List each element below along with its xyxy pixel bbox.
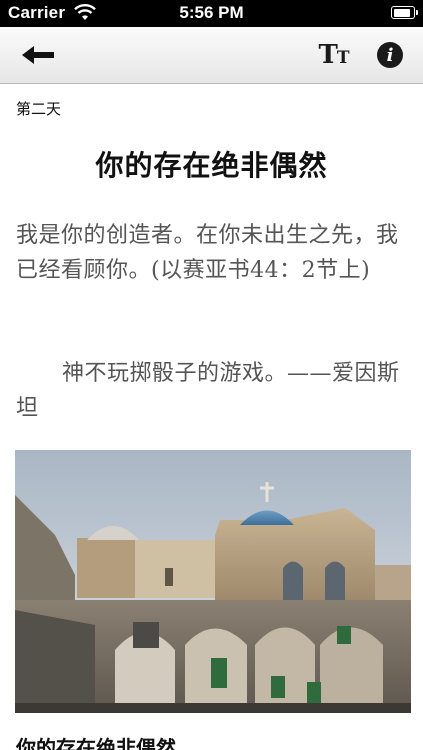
back-arrow-icon bbox=[22, 46, 54, 64]
church-photo bbox=[15, 450, 411, 713]
back-button[interactable] bbox=[16, 36, 60, 74]
text-size-icon-small: T bbox=[336, 48, 350, 68]
day-label: 第二天 bbox=[16, 100, 62, 118]
clock: 5:56 PM bbox=[179, 3, 244, 22]
battery-icon bbox=[391, 6, 418, 19]
article-title: 你的存在绝非偶然 bbox=[95, 149, 328, 182]
info-glyph: i bbox=[386, 44, 394, 66]
text-size-icon-large: T bbox=[318, 40, 338, 70]
info-button[interactable]: i bbox=[370, 36, 410, 74]
verse-text: 我是你的创造者。在你未出生之先，我已经看顾你。(以赛亚书44：2节上) bbox=[16, 223, 399, 283]
church-photo-illustration bbox=[15, 450, 411, 713]
section-subtitle: 你的存在绝非偶然 bbox=[16, 736, 176, 750]
quote-text: 神不玩掷骰子的游戏。——爱因斯坦 bbox=[16, 361, 400, 421]
status-bar: Carrier 5:56 PM bbox=[0, 0, 423, 27]
navigation-bar: TT i bbox=[0, 27, 423, 84]
font-size-button[interactable]: TT bbox=[314, 36, 354, 74]
battery-fill bbox=[393, 8, 410, 17]
article-content[interactable]: 第二天 你的存在绝非偶然 我是你的创造者。在你未出生之先，我已经看顾你。(以赛亚… bbox=[0, 84, 423, 750]
info-icon: i bbox=[377, 42, 403, 68]
